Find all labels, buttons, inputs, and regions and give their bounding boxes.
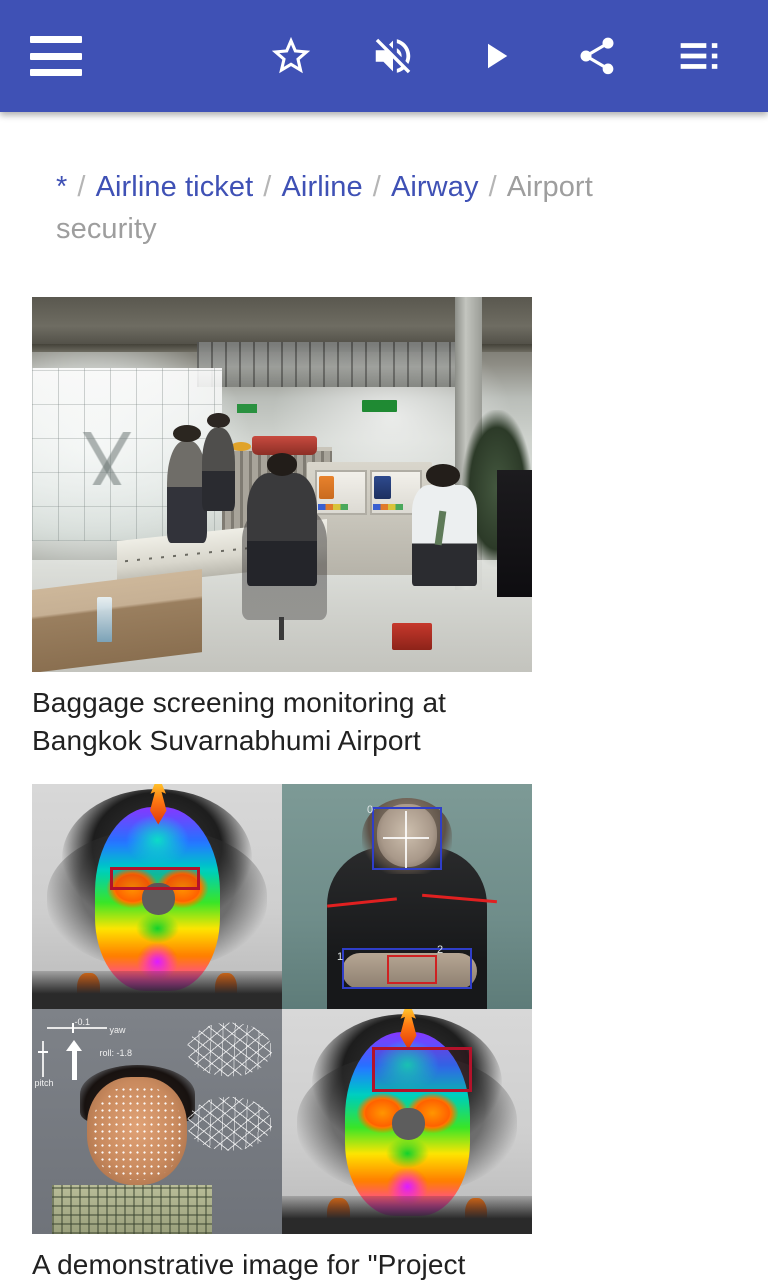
figure-hostile-intent: 0 1 2 -0.1 yaw roll: -1.8 pitch A demons… (0, 784, 768, 1280)
red-tray (252, 435, 317, 455)
screening-operator-seated (247, 453, 317, 586)
exit-sign-secondary (237, 403, 257, 413)
airport-photo-scene (32, 297, 532, 672)
hamburger-bar-1 (30, 36, 82, 43)
panel-body-tracking: 0 1 2 (282, 784, 532, 1009)
tracking-box-alert (387, 955, 437, 985)
red-basket-floor (392, 623, 432, 650)
biometric-panel-grid: 0 1 2 -0.1 yaw roll: -1.8 pitch (32, 784, 532, 1234)
figure-image-hostile-intent[interactable]: 0 1 2 -0.1 yaw roll: -1.8 pitch (32, 784, 532, 1234)
thermal-torso-2 (282, 1195, 532, 1234)
figure-baggage-screening: Baggage screening monitoring at Bangkok … (0, 297, 768, 760)
breadcrumb-item-0[interactable]: * (56, 171, 67, 203)
hud-roll-value: roll: -1.8 (99, 1048, 133, 1059)
app-bar-left (30, 36, 82, 76)
security-officer-background (202, 413, 235, 511)
wireframe-head-model-bottom (187, 1096, 272, 1151)
figure-caption-baggage-screening: Baggage screening monitoring at Bangkok … (32, 687, 447, 756)
app-bar (0, 0, 768, 112)
tracking-marker-2: 2 (437, 943, 444, 956)
app-bar-actions (264, 29, 746, 83)
hud-yaw-value: -0.1 (74, 1016, 91, 1027)
hamburger-menu-icon[interactable] (30, 36, 82, 76)
operator-head (266, 453, 298, 476)
volume-off-icon[interactable] (366, 29, 420, 83)
officer-head-2 (207, 413, 230, 429)
mesh-subject-shirt (52, 1184, 212, 1234)
annotation-box-forehead (372, 1047, 472, 1093)
figure-caption-hostile-intent: A demonstrative image for "Project Hosti… (32, 1249, 466, 1280)
tracking-box-face (372, 806, 442, 870)
panel-landmark-mesh: -0.1 yaw roll: -1.8 pitch (32, 1009, 282, 1234)
breadcrumb-separator-2: / (372, 171, 381, 203)
breadcrumb-separator-1: / (263, 171, 272, 203)
hamburger-bar-2 (30, 52, 82, 60)
breadcrumb: * / Airline ticket / Airline / Airway / Airport … (0, 112, 700, 250)
exit-sign (362, 400, 397, 413)
pitch-slider (38, 1040, 48, 1077)
truss-triangles (42, 432, 172, 485)
hamburger-bar-3 (30, 69, 82, 76)
hud-yaw-label: yaw (109, 1024, 126, 1035)
figure-image-baggage-screening[interactable] (32, 297, 532, 672)
play-icon[interactable] (468, 29, 522, 83)
xray-monitor-left (314, 469, 367, 515)
tracking-marker-0: 0 (367, 804, 374, 817)
staff-member-seated-right (412, 464, 477, 586)
wireframe-head-model-top (187, 1022, 272, 1077)
panel-thermal-face-forehead (282, 1009, 532, 1234)
breadcrumb-separator-3: / (488, 171, 497, 203)
article-content: * / Airline ticket / Airline / Airway / Airport … (0, 112, 768, 1280)
thermal-nose-cold-spot-2 (392, 1108, 425, 1140)
ceiling-truss (197, 342, 477, 387)
thermal-torso (32, 970, 282, 1009)
breadcrumb-item-2[interactable]: Airline (281, 171, 362, 203)
panel-thermal-face-eyes (32, 784, 282, 1009)
annotation-box-eyes (109, 867, 200, 890)
star-icon[interactable] (264, 29, 318, 83)
landmark-point-cloud (92, 1085, 182, 1180)
breadcrumb-item-1[interactable]: Airline ticket (96, 171, 254, 203)
breadcrumb-separator-0: / (77, 171, 86, 203)
hud-pitch-label: pitch (34, 1077, 54, 1088)
contents-icon[interactable] (672, 29, 726, 83)
breadcrumb-item-3[interactable]: Airway (391, 171, 479, 203)
passenger-silhouette (497, 469, 532, 597)
orientation-arrow-icon (66, 1039, 82, 1080)
staff-head (426, 464, 461, 487)
share-icon[interactable] (570, 29, 624, 83)
water-bottle (97, 597, 112, 642)
security-officer-standing (167, 425, 207, 543)
tracking-marker-1: 1 (337, 950, 344, 963)
